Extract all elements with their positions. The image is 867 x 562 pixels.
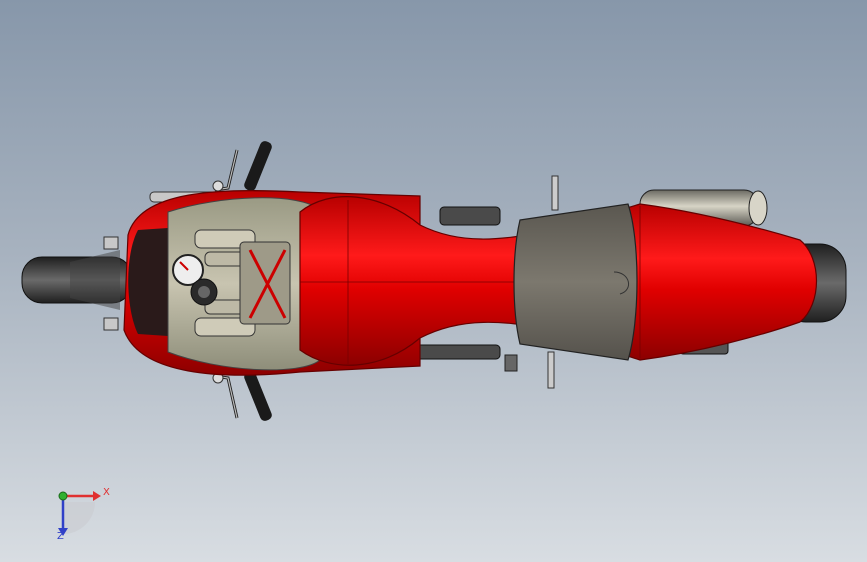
triad-z-label: Z xyxy=(57,531,64,542)
motorcycle-model[interactable] xyxy=(0,0,867,562)
triad-x-label: X xyxy=(103,487,110,498)
front-tire xyxy=(21,250,133,310)
right-handlebar xyxy=(212,371,272,421)
graphics-viewport[interactable]: X Z xyxy=(0,0,867,562)
coordinate-triad: X Z xyxy=(45,482,115,542)
seat xyxy=(513,203,638,361)
